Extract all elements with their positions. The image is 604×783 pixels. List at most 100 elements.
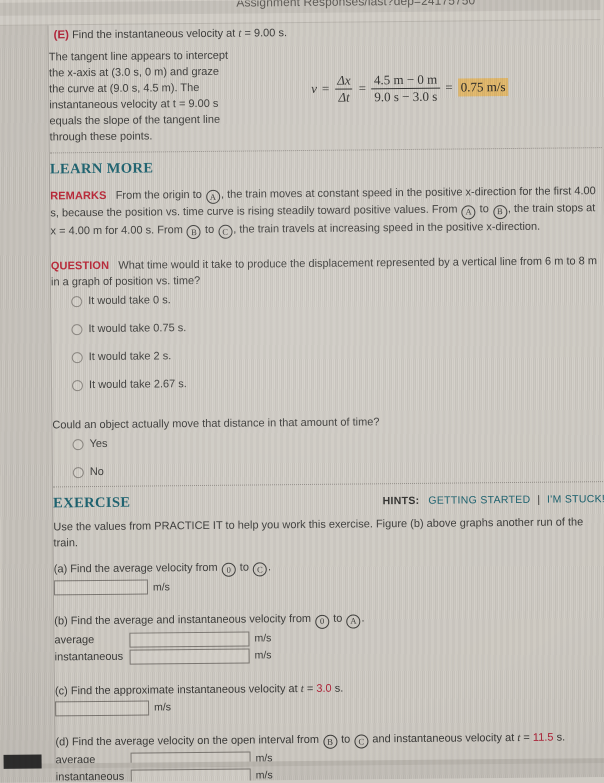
part-d-prompt-pre: Find the average velocity on the open in… xyxy=(71,733,323,748)
browser-page: Assignment Responses/last?dep=24175750 (… xyxy=(0,0,604,783)
followup-options: Yes No xyxy=(52,431,604,480)
question-options: It would take 0 s. It would take 0.75 s.… xyxy=(51,288,604,393)
part-a-unit: m/s xyxy=(152,581,170,594)
exercise-section: EXERCISE HINTS: GETTING STARTED | I'M ST… xyxy=(52,481,604,783)
exercise-header: EXERCISE HINTS: GETTING STARTED | I'M ST… xyxy=(53,490,604,512)
hints-separator: | xyxy=(537,493,541,506)
part-c-answer-input[interactable] xyxy=(55,700,150,716)
part-b-instantaneous-row: instantaneous m/s xyxy=(55,645,604,665)
part-e-explanation: The tangent line appears to intercept th… xyxy=(49,47,260,145)
question-option[interactable]: It would take 2.67 s. xyxy=(71,372,604,393)
followup-option-yes[interactable]: Yes xyxy=(72,431,604,452)
question-label: QUESTION xyxy=(50,259,110,273)
part-d-instantaneous-label: instantaneous xyxy=(55,770,125,783)
part-d-eq: = xyxy=(520,731,533,744)
photographed-screen: Assignment Responses/last?dep=24175750 (… xyxy=(0,0,604,783)
equation-equals-3: = xyxy=(445,79,453,95)
remarks-text-1: From the origin to xyxy=(115,188,205,202)
exercise-intro: Use the values from PRACTICE IT to help … xyxy=(53,516,584,550)
part-d-mid: to xyxy=(337,733,354,746)
explanation-line: through these points. xyxy=(49,130,153,144)
part-c-eq: = xyxy=(303,682,317,695)
radio-icon[interactable] xyxy=(71,351,83,363)
part-e-heading: (E) Find the instantaneous velocity at t… xyxy=(54,25,288,43)
exercise-heading: EXERCISE xyxy=(53,494,131,512)
radio-icon[interactable] xyxy=(72,466,84,478)
part-a-answer-row: m/s xyxy=(53,575,604,596)
question-block: QUESTION What time would it take to prod… xyxy=(51,253,603,290)
im-stuck-link[interactable]: I'M STUCK! xyxy=(547,493,604,506)
circled-c-icon: C xyxy=(252,562,268,577)
followup-question-text: Could an object actually move that dista… xyxy=(52,416,380,432)
hints-label: HINTS: xyxy=(382,494,420,508)
page-left-gutter xyxy=(0,24,56,767)
velocity-equation: v = Δx Δt = 4.5 m − 0 m 9.0 s − 3.0 s = … xyxy=(311,72,509,104)
radio-icon[interactable] xyxy=(71,379,84,391)
part-d-id: (d) xyxy=(55,735,69,748)
assignment-content: (E) Find the instantaneous velocity at t… xyxy=(49,19,604,783)
circled-a-icon: A xyxy=(205,190,221,205)
part-b-instantaneous-unit: m/s xyxy=(254,649,272,662)
part-a-answer-input[interactable] xyxy=(53,579,149,596)
part-a-prompt-post: . xyxy=(267,561,272,574)
part-d-instantaneous-unit: m/s xyxy=(255,769,273,782)
remarks-text-3: to xyxy=(476,203,492,216)
getting-started-link[interactable]: GETTING STARTED xyxy=(428,494,530,507)
part-a-id: (a) xyxy=(53,563,68,576)
part-c-value: 3.0 xyxy=(316,682,332,695)
part-c-answer-row: m/s xyxy=(55,696,604,716)
equation-equals-1: = xyxy=(321,80,330,96)
circled-zero-icon: 0 xyxy=(315,614,330,629)
question-text: What time would it take to produce the d… xyxy=(50,254,598,289)
remarks-block: REMARKS From the origin to A, the train … xyxy=(50,183,602,240)
part-b-instantaneous-label: instantaneous xyxy=(54,650,124,664)
fraction-denominator: Δt xyxy=(335,88,353,104)
option-label: Yes xyxy=(89,437,108,450)
part-e-tag: (E) xyxy=(53,29,70,42)
part-c-id: (c) xyxy=(54,684,68,697)
remarks-label: REMARKS xyxy=(50,189,107,203)
part-b-mid: to xyxy=(330,612,346,626)
followup-option-no[interactable]: No xyxy=(72,459,604,480)
url-text: Assignment Responses/last?dep=24175750 xyxy=(236,0,476,10)
circled-b-icon: B xyxy=(492,204,507,219)
equation-fraction-delta: Δx Δt xyxy=(334,73,354,104)
part-b-prompt-post: . xyxy=(361,612,365,625)
option-label: It would take 0 s. xyxy=(88,294,171,307)
part-b-average-label: average xyxy=(54,634,95,647)
part-d-value: 11.5 xyxy=(532,731,554,744)
fraction-numerator: 4.5 m − 0 m xyxy=(373,71,438,88)
option-label: It would take 2 s. xyxy=(88,350,172,363)
part-b-id: (b) xyxy=(54,615,68,628)
part-b-prompt-pre: Find the average and instantaneous veloc… xyxy=(70,613,315,628)
question-option[interactable]: It would take 0 s. xyxy=(71,288,603,309)
radio-icon[interactable] xyxy=(72,438,84,450)
circled-c-icon: C xyxy=(354,734,369,749)
part-d-mid2: and instantaneous velocity at xyxy=(369,731,518,745)
hints-bar: HINTS: GETTING STARTED | I'M STUCK! xyxy=(383,493,604,507)
radio-icon[interactable] xyxy=(71,295,83,307)
radio-icon[interactable] xyxy=(71,323,83,335)
circled-b-icon: B xyxy=(186,224,202,239)
exercise-part-a: (a) Find the average velocity from 0 to … xyxy=(54,556,604,596)
circled-a-icon: A xyxy=(346,613,361,629)
part-e-prompt-pre: Find the instantaneous velocity at xyxy=(71,27,239,42)
question-option[interactable]: It would take 2 s. xyxy=(71,344,604,365)
part-b-instantaneous-input[interactable] xyxy=(129,648,250,665)
part-d-prompt-post: s. xyxy=(553,731,566,744)
exercise-part-c: (c) Find the approximate instantaneous v… xyxy=(55,678,604,716)
option-label: No xyxy=(89,465,104,478)
equation-fraction-values: 4.5 m − 0 m 9.0 s − 3.0 s xyxy=(371,71,441,104)
section-divider xyxy=(49,147,602,154)
part-c-prompt-post: s. xyxy=(331,682,344,695)
question-option[interactable]: It would take 0.75 s. xyxy=(71,316,603,337)
exercise-part-d: (d) Find the average velocity on the ope… xyxy=(55,729,604,783)
option-label: It would take 2.67 s. xyxy=(88,377,187,391)
part-e-prompt-post: = 9.00 s. xyxy=(241,27,288,40)
part-b-average-unit: m/s xyxy=(254,632,272,645)
circled-c-icon: C xyxy=(218,224,233,239)
part-d-instantaneous-input[interactable] xyxy=(130,768,251,783)
part-a-prompt-pre: Find the average velocity from xyxy=(70,561,221,576)
explanation-line: The tangent line appears to intercept xyxy=(48,49,229,64)
part-b-average-input[interactable] xyxy=(129,631,250,648)
